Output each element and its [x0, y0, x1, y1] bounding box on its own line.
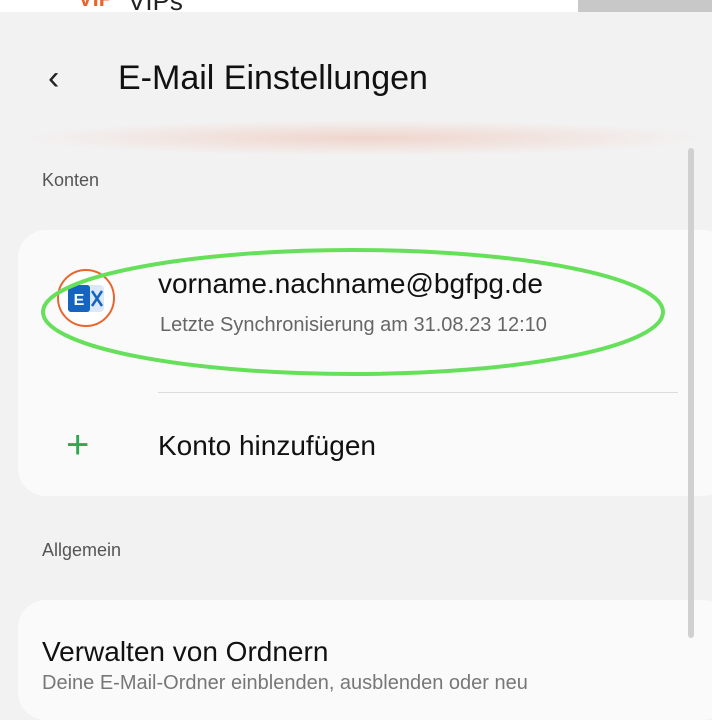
- scrollbar[interactable]: [688, 148, 694, 638]
- manage-folders-subtitle: Deine E-Mail-Ordner einblenden, ausblend…: [42, 672, 528, 694]
- manage-folders-title: Verwalten von Ordnern: [42, 636, 329, 667]
- page-title: E-Mail Einstellungen: [118, 59, 428, 97]
- top-gray-block: [578, 0, 712, 12]
- add-account-label: Konto hinzufügen: [158, 430, 376, 461]
- top-strip: VIP VIPs: [0, 0, 712, 12]
- app-header: ‹ E-Mail Einstellungen: [0, 12, 712, 130]
- divider: [158, 392, 678, 393]
- section-label-accounts: Konten: [42, 170, 100, 190]
- section-label-general: Allgemein: [42, 540, 122, 560]
- chevron-left-icon[interactable]: ‹: [48, 58, 59, 98]
- annotation-highlight-ellipse: [41, 248, 665, 376]
- vip-badge: VIP: [78, 0, 113, 12]
- vips-label: VIPs: [128, 0, 183, 12]
- plus-icon: +: [66, 423, 90, 467]
- header-shadow: [20, 120, 710, 156]
